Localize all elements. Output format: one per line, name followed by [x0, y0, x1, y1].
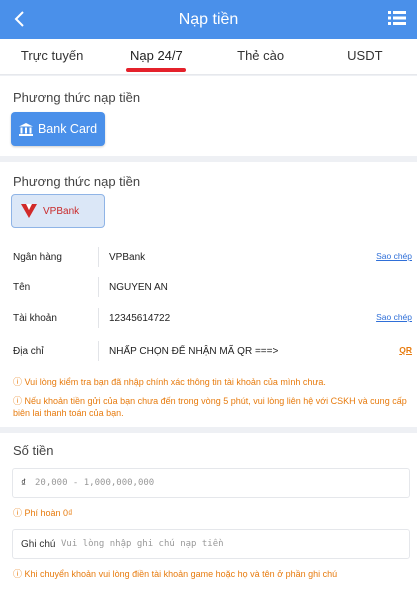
- info-circle-icon: ⓘ: [13, 508, 25, 518]
- tab-usdt[interactable]: USDT: [313, 39, 417, 74]
- memo-placeholder: Vui lòng nhập ghi chú nạp tiền: [61, 539, 224, 549]
- detail-label: Tên: [13, 282, 31, 293]
- detail-row-bank: Ngân hàng VPBank Sao chép: [0, 243, 417, 271]
- detail-label: Ngân hàng: [13, 252, 62, 263]
- qr-prompt[interactable]: NHẤP CHỌN ĐỂ NHẬN MÃ QR ===>: [109, 346, 278, 357]
- page-title: Nạp tiền: [178, 11, 239, 28]
- detail-row-address: Địa chỉ NHẤP CHỌN ĐỂ NHẬN MÃ QR ===> QR: [0, 337, 417, 365]
- row-divider: [98, 341, 99, 361]
- info-circle-icon: ⓘ: [13, 396, 25, 406]
- bank-building-icon: [18, 122, 33, 136]
- detail-value: VPBank: [109, 252, 146, 263]
- bank-info-section: Phương thức nạp tiền VPBank Ngân hàng VP…: [0, 162, 417, 427]
- vpbank-option[interactable]: VPBank: [11, 194, 105, 228]
- info-circle-icon: ⓘ: [13, 377, 25, 387]
- detail-value: 12345614722: [109, 313, 171, 324]
- memo-input[interactable]: Ghi chú Vui lòng nhập ghi chú nạp tiền: [12, 529, 410, 559]
- detail-label: Tài khoản: [13, 313, 57, 324]
- warning-note-1: ⓘ Vui lòng kiểm tra bạn đã nhập chính xá…: [13, 377, 326, 387]
- amount-input[interactable]: ₫ 20,000 - 1,000,000,000: [12, 468, 410, 498]
- warning-note-2: ⓘ Nếu khoản tiền gửi của bạn chưa đến tr…: [13, 396, 407, 418]
- amount-placeholder: 20,000 - 1,000,000,000: [35, 478, 155, 488]
- tab-deposit-24-7[interactable]: Nạp 24/7: [104, 39, 208, 74]
- copy-bank-button[interactable]: Sao chép: [376, 251, 412, 261]
- bank-card-button[interactable]: Bank Card: [11, 112, 105, 146]
- qr-button[interactable]: QR: [399, 345, 412, 355]
- currency-symbol: ₫: [21, 478, 27, 489]
- row-divider: [98, 308, 99, 328]
- row-divider: [98, 247, 99, 267]
- detail-label: Địa chỉ: [13, 346, 44, 357]
- memo-label: Ghi chú: [21, 539, 56, 550]
- app-header: Nạp tiền: [0, 0, 417, 39]
- bank-method-label: Phương thức nạp tiền: [13, 174, 141, 189]
- memo-hint: ⓘ Khi chuyển khoản vui lòng điền tài kho…: [13, 569, 338, 579]
- amount-label: Số tiền: [13, 443, 54, 458]
- list-menu-icon: [388, 11, 406, 25]
- deposit-method-section: Phương thức nạp tiền Bank Card: [0, 76, 417, 156]
- detail-row-account: Tài khoản 12345614722 Sao chép: [0, 304, 417, 332]
- detail-row-name: Tên NGUYEN AN: [0, 273, 417, 301]
- fee-note: ⓘ Phí hoàn 0₫: [13, 508, 73, 518]
- menu-button[interactable]: [387, 8, 409, 30]
- copy-account-button[interactable]: Sao chép: [376, 312, 412, 322]
- row-divider: [98, 277, 99, 297]
- info-circle-icon: ⓘ: [13, 569, 25, 579]
- deposit-tabs: Trực tuyến Nạp 24/7 Thẻ cào USDT: [0, 39, 417, 75]
- amount-section: Số tiền ₫ 20,000 - 1,000,000,000 ⓘ Phí h…: [0, 433, 417, 591]
- deposit-method-label: Phương thức nạp tiền: [13, 90, 141, 105]
- tab-online[interactable]: Trực tuyến: [0, 39, 104, 74]
- active-tab-indicator: [126, 68, 187, 72]
- detail-value: NGUYEN AN: [109, 282, 168, 293]
- vpbank-logo-icon: [21, 204, 37, 218]
- tab-scratch-card[interactable]: Thẻ cào: [209, 39, 313, 74]
